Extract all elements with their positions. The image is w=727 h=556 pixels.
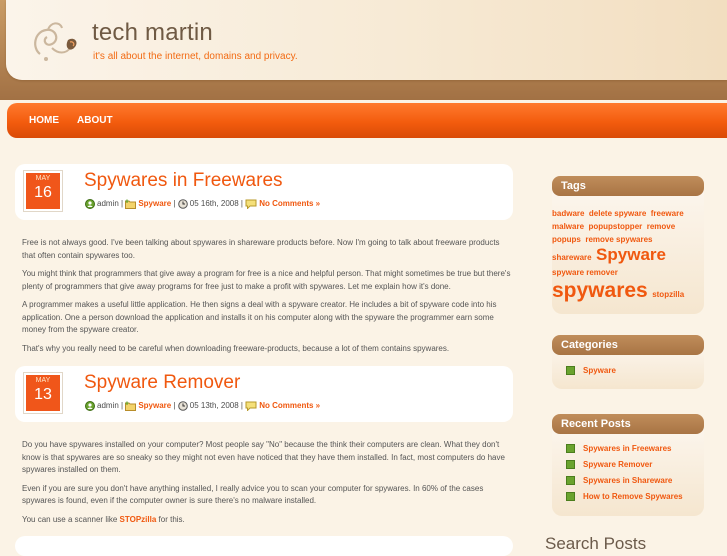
tag-link[interactable]: Spyware: [596, 245, 666, 264]
folder-icon: [125, 199, 137, 209]
recent-post-link[interactable]: Spyware Remover: [583, 460, 652, 469]
clock-icon: [177, 199, 188, 209]
swirl-logo-icon[interactable]: [30, 18, 82, 64]
paragraph-text: You can use a scanner like: [22, 514, 120, 524]
nav-home[interactable]: HOME: [29, 115, 59, 126]
tag-link[interactable]: malware: [552, 222, 584, 231]
tag-link[interactable]: delete spyware: [589, 209, 646, 218]
post-meta: admin | Spyware | 05 16th, 2008 | No Com…: [85, 199, 320, 209]
recent-post-item[interactable]: Spywares in Shareware: [566, 476, 672, 486]
date-month: MAY: [35, 377, 51, 384]
post-paragraph: Free is not always good. I've been talki…: [22, 238, 500, 260]
post-title[interactable]: Spywares in Freewares: [84, 170, 283, 192]
post-body: Do you have spywares installed on your c…: [22, 439, 512, 532]
tag-link[interactable]: shareware: [552, 253, 592, 262]
categories-widget-title: Categories: [552, 335, 704, 355]
bullet-icon: [566, 476, 575, 486]
date-day: 13: [34, 386, 52, 403]
search-posts-title: Search Posts: [545, 534, 647, 553]
tag-link[interactable]: popupstopper: [588, 222, 642, 231]
recent-post-link[interactable]: Spywares in Shareware: [583, 476, 672, 485]
post-date: 05 13th, 2008: [189, 401, 239, 411]
bullet-icon: [566, 492, 575, 502]
tag-link[interactable]: stopzilla: [652, 290, 684, 299]
clock-icon: [177, 401, 188, 411]
stopzilla-link[interactable]: STOPzilla: [120, 515, 157, 524]
post-author: admin: [97, 199, 119, 209]
post-paragraph: Do you have spywares installed on your c…: [22, 440, 505, 474]
post-title[interactable]: Spyware Remover: [84, 372, 240, 394]
recent-post-item[interactable]: Spyware Remover: [566, 460, 652, 470]
recent-post-link[interactable]: How to Remove Spywares: [583, 492, 683, 501]
post-meta: admin | Spyware | 05 13th, 2008 | No Com…: [85, 401, 320, 411]
date-badge: MAY 13: [23, 372, 63, 414]
tag-link[interactable]: badware: [552, 209, 584, 218]
recent-post-item[interactable]: Spywares in Freewares: [566, 444, 672, 454]
post-body: Free is not always good. I've been talki…: [22, 237, 512, 361]
post-date: 05 16th, 2008: [189, 199, 239, 209]
site-tagline: it's all about the internet, domains and…: [93, 51, 298, 62]
post-paragraph: That's why you really need to be careful…: [22, 343, 450, 353]
bullet-icon: [566, 460, 575, 470]
tag-cloud: badware delete spyware freeware malware …: [552, 206, 694, 304]
tags-widget-title: Tags: [552, 176, 704, 196]
category-item[interactable]: Spyware: [566, 366, 616, 376]
paragraph-text: for this.: [156, 514, 185, 524]
post-paragraph: Even if you are sure you don't have anyt…: [22, 483, 484, 506]
site-header: tech martin it's all about the internet,…: [0, 0, 727, 100]
category-link[interactable]: Spyware: [583, 366, 616, 375]
post-header: MAY 13 Spyware Remover admin | Spyware |…: [15, 366, 513, 422]
recent-post-item[interactable]: How to Remove Spywares: [566, 492, 683, 502]
user-icon: [85, 199, 95, 209]
tag-link[interactable]: freeware: [651, 209, 684, 218]
post-author: admin: [97, 401, 119, 411]
post-header: MAY 16 Spywares in Freewares admin | Spy…: [15, 164, 513, 220]
user-icon: [85, 401, 95, 411]
post-comments-link[interactable]: No Comments »: [259, 401, 320, 410]
date-day: 16: [34, 184, 52, 201]
nav-about[interactable]: ABOUT: [77, 115, 113, 126]
date-badge: MAY 16: [23, 170, 63, 212]
tag-link[interactable]: spywares: [552, 279, 648, 302]
recent-posts-widget-title: Recent Posts: [552, 414, 704, 434]
tag-link[interactable]: remove spywares: [585, 235, 652, 244]
date-month: MAY: [35, 175, 51, 182]
post-paragraph: A programmer makes a useful little appli…: [22, 300, 497, 334]
main-nav: HOME ABOUT: [7, 103, 727, 138]
folder-icon: [125, 401, 137, 411]
bullet-icon: [566, 366, 575, 376]
post-category[interactable]: Spyware: [138, 199, 171, 208]
post-comments-link[interactable]: No Comments »: [259, 199, 320, 208]
post-paragraph: You might think that programmers that gi…: [22, 269, 511, 291]
bullet-icon: [566, 444, 575, 454]
comment-icon: [245, 199, 257, 209]
header-panel: tech martin it's all about the internet,…: [6, 0, 727, 80]
post-paragraph: You can use a scanner like STOPzilla for…: [22, 514, 512, 527]
recent-post-link[interactable]: Spywares in Freewares: [583, 444, 672, 453]
post-category[interactable]: Spyware: [138, 401, 171, 410]
comment-icon: [245, 401, 257, 411]
tag-link[interactable]: spyware remover: [552, 268, 618, 277]
post-header: [15, 536, 513, 556]
site-title[interactable]: tech martin: [92, 19, 213, 47]
